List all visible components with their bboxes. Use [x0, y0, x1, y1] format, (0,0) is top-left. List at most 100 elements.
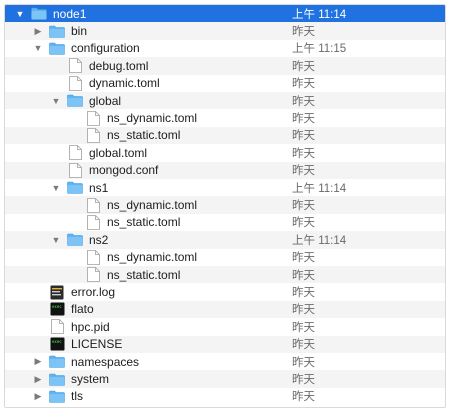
disclosure-placeholder: [33, 339, 43, 349]
item-name: namespaces: [71, 354, 140, 369]
document-icon: [85, 197, 101, 213]
date-modified: 昨天: [292, 78, 315, 91]
folder-row[interactable]: ▶ namespaces 昨天: [5, 353, 445, 370]
date-modified: 昨天: [292, 165, 315, 178]
file-row[interactable]: ns_dynamic.toml 昨天: [5, 196, 445, 214]
file-row[interactable]: ns_static.toml 昨天: [5, 214, 445, 231]
disclosure-placeholder: [69, 270, 79, 280]
date-modified: 昨天: [292, 252, 315, 265]
folder-icon: [49, 389, 65, 403]
item-name: bin: [71, 24, 88, 39]
disclosure-placeholder: [69, 113, 79, 123]
item-name: ns_static.toml: [107, 215, 181, 230]
disclosure-placeholder: [69, 130, 79, 140]
disclosure-closed-icon[interactable]: ▶: [33, 26, 43, 36]
folder-row[interactable]: ▶ tls 昨天: [5, 388, 445, 405]
date-modified: 昨天: [292, 269, 315, 282]
log-file-icon: [49, 285, 65, 300]
file-row[interactable]: ns_dynamic.toml 昨天: [5, 109, 445, 126]
svg-text:exec: exec: [52, 304, 62, 309]
file-row[interactable]: hpc.pid 昨天: [5, 318, 445, 335]
name-cell: ns_dynamic.toml: [69, 249, 197, 266]
file-row[interactable]: exec flato 昨天: [5, 300, 445, 319]
folder-row[interactable]: ▼ ns2 上午 11:14: [5, 231, 445, 249]
name-cell: ns_dynamic.toml: [69, 109, 197, 126]
executable-icon: exec: [49, 337, 65, 351]
item-name: ns2: [89, 232, 109, 247]
document-icon: [85, 215, 101, 230]
item-name: LICENSE: [71, 337, 123, 352]
folder-row[interactable]: ▶ bin 昨天: [5, 22, 445, 40]
file-row[interactable]: ns_static.toml 昨天: [5, 126, 445, 145]
name-cell: exec flato: [33, 301, 94, 318]
disclosure-closed-icon[interactable]: ▶: [33, 356, 43, 367]
file-row[interactable]: ns_dynamic.toml 昨天: [5, 249, 445, 266]
finder-list-view: ▼ node1 上午 11:14 ▶ bin 昨天 ▼ configuration 上午 11:…: [4, 4, 446, 408]
name-cell: ns_static.toml: [69, 214, 180, 231]
date-modified: 昨天: [292, 356, 315, 369]
date-modified: 昨天: [292, 391, 315, 404]
folder-row[interactable]: ▼ ns1 上午 11:14: [5, 179, 445, 196]
date-modified: 昨天: [292, 130, 315, 143]
file-row[interactable]: global.toml 昨天: [5, 144, 445, 161]
name-cell: debug.toml: [51, 57, 148, 74]
file-row[interactable]: error.log 昨天: [5, 283, 445, 300]
executable-icon: exec: [49, 302, 65, 316]
folder-row[interactable]: ▼ node1 上午 11:14: [5, 5, 445, 23]
document-icon: [85, 128, 101, 143]
name-cell: ▼ ns1: [51, 179, 109, 196]
date-modified: 昨天: [292, 200, 315, 213]
file-row[interactable]: exec LICENSE 昨天: [5, 335, 445, 353]
file-row[interactable]: mongod.conf 昨天: [5, 161, 445, 179]
disclosure-open-icon[interactable]: ▼: [51, 96, 61, 106]
date-modified: 上午 11:14: [292, 8, 347, 21]
date-modified: 上午 11:15: [292, 43, 347, 56]
disclosure-placeholder: [33, 304, 43, 314]
date-modified: 昨天: [292, 374, 315, 387]
item-name: configuration: [71, 41, 140, 56]
folder-icon: [31, 7, 47, 21]
folder-row[interactable]: ▼ configuration 上午 11:15: [5, 40, 445, 57]
disclosure-placeholder: [69, 252, 79, 262]
file-row[interactable]: debug.toml 昨天: [5, 57, 445, 75]
document-icon: [85, 267, 101, 283]
item-name: mongod.conf: [89, 163, 159, 178]
name-cell: ▶ system: [33, 370, 109, 387]
item-name: ns_static.toml: [107, 267, 181, 282]
date-modified: 昨天: [292, 339, 315, 352]
date-modified: 昨天: [292, 60, 315, 73]
name-cell: global.toml: [51, 144, 147, 161]
folder-row[interactable]: ▼ global 昨天: [5, 92, 445, 110]
disclosure-placeholder: [51, 165, 61, 175]
folder-row[interactable]: ▶ system 昨天: [5, 370, 445, 388]
disclosure-closed-icon[interactable]: ▶: [33, 374, 43, 384]
folder-icon: [49, 41, 65, 55]
item-name: tls: [71, 389, 83, 404]
name-cell: ▼ configuration: [33, 40, 140, 57]
item-name: global: [89, 93, 122, 108]
name-cell: error.log: [33, 283, 115, 300]
item-name: hpc.pid: [71, 319, 110, 334]
file-row[interactable]: ns_static.toml 昨天: [5, 266, 445, 284]
disclosure-placeholder: [33, 322, 43, 332]
name-cell: ns_static.toml: [69, 266, 180, 283]
date-modified: 昨天: [292, 321, 315, 334]
disclosure-open-icon[interactable]: ▼: [51, 235, 61, 245]
name-cell: exec LICENSE: [33, 336, 122, 353]
date-modified: 昨天: [292, 113, 315, 126]
name-cell: ▶ tls: [33, 388, 83, 405]
item-name: global.toml: [89, 145, 148, 160]
disclosure-placeholder: [33, 287, 43, 297]
date-modified: 昨天: [292, 304, 315, 317]
item-name: node1: [53, 6, 87, 21]
disclosure-placeholder: [51, 78, 61, 88]
date-modified: 上午 11:14: [292, 182, 347, 195]
svg-text:exec: exec: [52, 339, 62, 344]
document-icon: [67, 75, 83, 91]
disclosure-placeholder: [69, 200, 79, 210]
disclosure-open-icon[interactable]: ▼: [33, 43, 43, 53]
disclosure-open-icon[interactable]: ▼: [15, 9, 25, 19]
disclosure-closed-icon[interactable]: ▶: [33, 391, 43, 401]
disclosure-open-icon[interactable]: ▼: [51, 183, 61, 193]
file-row[interactable]: dynamic.toml 昨天: [5, 75, 445, 92]
